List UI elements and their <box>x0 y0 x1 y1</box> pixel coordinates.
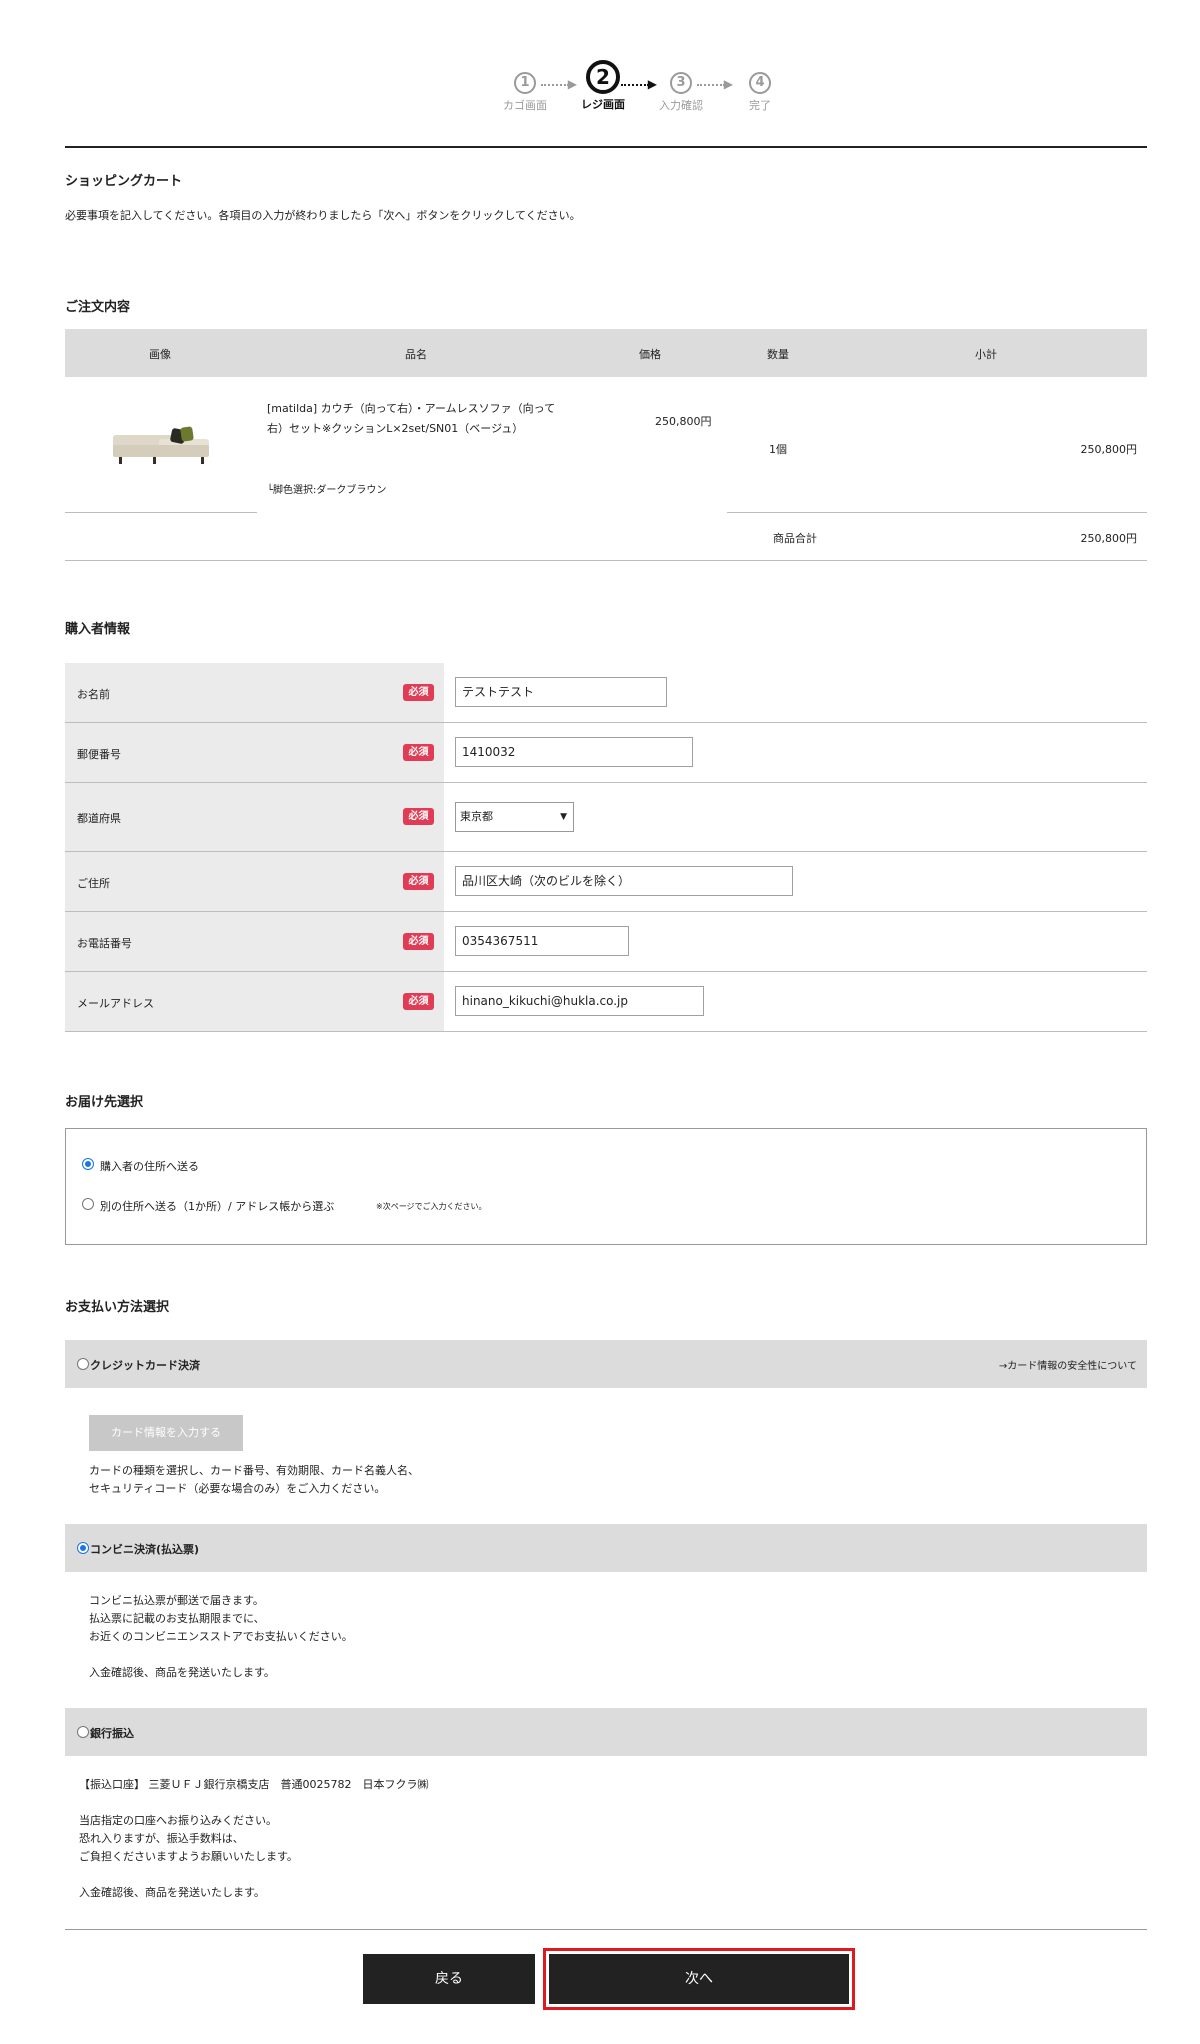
payment-convenience-label[interactable]: コンビニ決済(払込票) <box>90 1541 199 1557</box>
prefecture-label: 都道府県 <box>77 812 121 825</box>
payment-bank-bar[interactable]: 銀行振込 <box>65 1708 1147 1756</box>
header-qty: 数量 <box>767 348 789 361</box>
bank-text-line: 当店指定の口座へお振り込みください。 <box>79 1814 277 1827</box>
divider <box>65 1929 1147 1930</box>
required-badge: 必須 <box>403 684 434 701</box>
convenience-description: コンビニ払込票が郵送で届きます。 払込票に記載のお支払期限までに、 お近くのコン… <box>89 1592 353 1682</box>
step-3-number: 3 <box>670 72 692 94</box>
next-button[interactable]: 次へ <box>549 1954 849 2004</box>
product-option: └脚色選択:ダークブラウン <box>267 485 387 496</box>
prefecture-selected: 東京都 <box>460 810 493 823</box>
card-info-button[interactable]: カード情報を入力する <box>89 1415 243 1451</box>
payment-card-label[interactable]: クレジットカード決済 <box>90 1357 200 1373</box>
order-table: 画像 品名 価格 数量 小計 [matilda] カウチ（向って右）・アームレス… <box>65 329 1147 517</box>
card-description: カードの種類を選択し、カード番号、有効期限、カード名義人名、 セキュリティコード… <box>89 1462 419 1498</box>
step-2-number: 2 <box>586 60 620 94</box>
order-total-row: 商品合計 250,800円 <box>65 513 1147 561</box>
total-value: 250,800円 <box>1080 532 1138 545</box>
bank-description: 【振込口座】 三菱ＵＦＪ銀行京橋支店 普通0025782 日本フクラ㈱ 当店指定… <box>79 1776 428 1902</box>
address-input[interactable]: 品川区大崎（次のビルを除く） <box>455 866 793 896</box>
name-input[interactable]: テストテスト <box>455 677 667 707</box>
step-4-label: 完了 <box>749 99 771 112</box>
zip-input[interactable]: 1410032 <box>455 737 693 767</box>
convenience-text-line: 払込票に記載のお支払期限までに、 <box>89 1612 265 1625</box>
header-subtotal: 小計 <box>975 348 997 361</box>
payment-radio-card[interactable] <box>77 1358 89 1370</box>
delivery-options: 購入者の住所へ送る 別の住所へ送る（1か所）/ アドレス帳から選ぶ ※次ページで… <box>65 1128 1147 1245</box>
card-text-line: カードの種類を選択し、カード番号、有効期限、カード名義人名、 <box>89 1464 419 1477</box>
step-complete: 4 完了 <box>730 60 790 113</box>
payment-section-title: お支払い方法選択 <box>65 1300 170 1315</box>
bank-text-line: ご負担くださいますようお願いいたします。 <box>79 1850 298 1863</box>
bank-text-line: 入金確認後、商品を発送いたします。 <box>79 1886 265 1899</box>
step-3-label: 入力確認 <box>659 99 703 112</box>
back-button[interactable]: 戻る <box>363 1954 535 2004</box>
convenience-text-line: コンビニ払込票が郵送で届きます。 <box>89 1594 264 1607</box>
email-label: メールアドレス <box>77 997 154 1010</box>
name-label: お名前 <box>77 688 110 701</box>
header-image: 画像 <box>149 348 171 361</box>
buyer-section-title: 購入者情報 <box>65 622 131 637</box>
tel-input[interactable]: 0354367511 <box>455 926 629 956</box>
delivery-option-buyer[interactable]: 購入者の住所へ送る <box>100 1158 199 1174</box>
divider <box>65 146 1147 148</box>
tel-row: お電話番号 必須 0354367511 <box>65 912 1147 972</box>
order-table-header: 画像 品名 価格 数量 小計 <box>65 329 1147 377</box>
total-label: 商品合計 <box>773 532 817 545</box>
bank-text-line: 恐れ入りますが、振込手数料は、 <box>79 1832 244 1845</box>
convenience-text-line: 入金確認後、商品を発送いたします。 <box>89 1666 275 1679</box>
prefecture-select[interactable]: 東京都 ▼ <box>455 802 574 832</box>
address-row: ご住所 必須 品川区大崎（次のビルを除く） <box>65 852 1147 912</box>
order-section-title: ご注文内容 <box>65 300 131 315</box>
delivery-radio-other[interactable] <box>82 1198 94 1210</box>
page-description: 必要事項を記入してください。各項目の入力が終わりましたら「次へ」ボタンをクリック… <box>65 209 581 222</box>
step-1-label: カゴ画面 <box>503 99 547 112</box>
tel-label: お電話番号 <box>77 937 132 950</box>
payment-radio-convenience[interactable] <box>77 1542 89 1554</box>
step-4-number: 4 <box>749 72 771 94</box>
email-input[interactable]: hinano_kikuchi@hukla.co.jp <box>455 986 704 1016</box>
required-badge: 必須 <box>403 808 434 825</box>
delivery-option-other[interactable]: 別の住所へ送る（1か所）/ アドレス帳から選ぶ <box>100 1198 334 1214</box>
required-badge: 必須 <box>403 873 434 890</box>
step-indicator: 1 カゴ画面 ▶ 2 レジ画面 ▶ 3 入力確認 ▶ 4 完了 <box>65 60 1147 120</box>
address-label: ご住所 <box>77 877 110 890</box>
step-1-number: 1 <box>514 72 536 94</box>
arrow-right-icon: ▶ <box>541 78 577 90</box>
required-badge: 必須 <box>403 933 434 950</box>
product-qty: 1個 <box>769 443 787 456</box>
prefecture-row: 都道府県 必須 東京都 ▼ <box>65 783 1147 852</box>
bank-account: 【振込口座】 三菱ＵＦＪ銀行京橋支店 普通0025782 日本フクラ㈱ <box>79 1778 429 1791</box>
zip-label: 郵便番号 <box>77 748 121 761</box>
product-name: [matilda] カウチ（向って右）・アームレスソファ（向って右）セット※クッ… <box>267 402 556 435</box>
header-price: 価格 <box>639 348 661 361</box>
page-title: ショッピングカート <box>65 174 183 189</box>
header-name: 品名 <box>405 348 427 361</box>
delivery-option-note: ※次ページでご入力ください。 <box>376 1202 487 1211</box>
convenience-text-line: お近くのコンビニエンスストアでお支払いください。 <box>89 1630 353 1643</box>
name-row: お名前 必須 テストテスト <box>65 663 1147 723</box>
buyer-form: お名前 必須 テストテスト 郵便番号 必須 1410032 都道府県 必須 東京… <box>65 663 1147 1032</box>
payment-bank-label[interactable]: 銀行振込 <box>90 1725 134 1741</box>
product-subtotal: 250,800円 <box>1080 443 1138 456</box>
arrow-right-icon: ▶ <box>697 78 733 90</box>
required-badge: 必須 <box>403 744 434 761</box>
zip-row: 郵便番号 必須 1410032 <box>65 723 1147 783</box>
delivery-section-title: お届け先選択 <box>65 1095 144 1110</box>
product-price: 250,800円 <box>655 415 712 428</box>
step-2-label: レジ画面 <box>581 98 625 111</box>
card-text-line: セキュリティコード（必要な場合のみ）をご入力ください。 <box>89 1482 386 1495</box>
delivery-radio-buyer[interactable] <box>82 1158 94 1170</box>
product-image[interactable] <box>109 423 213 467</box>
card-security-link[interactable]: →カード情報の安全性について <box>999 1357 1137 1372</box>
chevron-down-icon: ▼ <box>560 812 567 822</box>
payment-radio-bank[interactable] <box>77 1726 89 1738</box>
order-row: [matilda] カウチ（向って右）・アームレスソファ（向って右）セット※クッ… <box>65 377 1147 517</box>
payment-card-bar[interactable]: クレジットカード決済 →カード情報の安全性について <box>65 1340 1147 1388</box>
payment-convenience-bar[interactable]: コンビニ決済(払込票) <box>65 1524 1147 1572</box>
email-row: メールアドレス 必須 hinano_kikuchi@hukla.co.jp <box>65 972 1147 1032</box>
required-badge: 必須 <box>403 993 434 1010</box>
